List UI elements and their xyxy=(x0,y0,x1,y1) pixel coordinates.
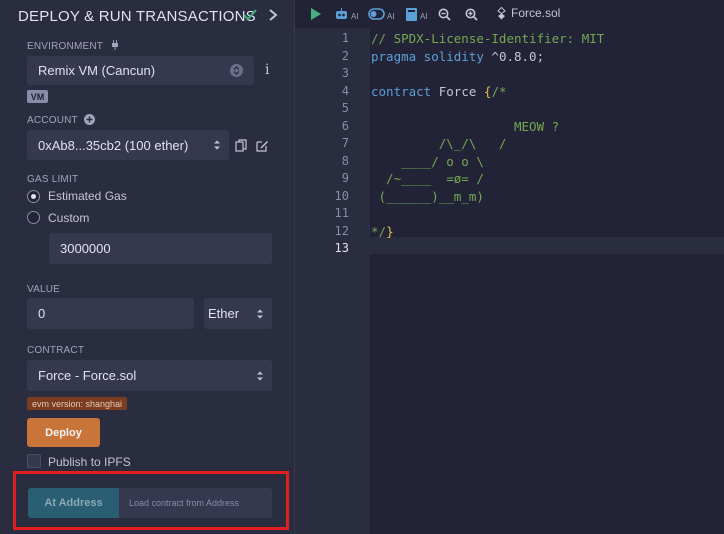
ai-docs-button[interactable]: AI xyxy=(405,6,428,22)
code-line[interactable]: // SPDX-License-Identifier: MIT xyxy=(371,30,604,47)
check-icon[interactable] xyxy=(242,6,258,24)
highlight-box xyxy=(13,471,289,530)
robot-icon xyxy=(336,7,347,19)
updown-arrows-icon xyxy=(257,371,263,380)
play-icon xyxy=(311,8,321,20)
plus-circle-icon[interactable] xyxy=(83,114,95,125)
code-line[interactable]: /~____ =ø= / xyxy=(371,170,484,187)
value-unit: Ether xyxy=(208,306,240,321)
code-line[interactable]: contract Force {/* xyxy=(371,83,507,100)
ai-label: AI xyxy=(387,11,395,21)
ai-label: AI xyxy=(351,11,359,21)
copy-icon[interactable] xyxy=(235,139,247,152)
account-select[interactable]: 0xAb8...35cb2 (100 ether) xyxy=(27,130,229,160)
gas-custom-label: Custom xyxy=(48,211,90,225)
gas-limit-input[interactable]: 3000000 xyxy=(49,233,272,264)
zoom-in-icon xyxy=(465,8,478,21)
gas-estimated-radio[interactable] xyxy=(27,190,40,203)
environment-select[interactable]: Remix VM (Cancun) xyxy=(27,56,254,85)
deploy-run-panel: DEPLOY & RUN TRANSACTIONS ENVIRONMENT Re… xyxy=(0,0,295,534)
line-number: 12 xyxy=(334,223,349,238)
chevron-right-icon[interactable] xyxy=(267,6,279,24)
line-number: 1 xyxy=(341,31,349,45)
code-line[interactable]: MEOW ? xyxy=(371,118,559,135)
code-line[interactable]: /\_/\ / xyxy=(371,135,507,152)
account-label-text: ACCOUNT xyxy=(27,115,78,126)
line-number: 11 xyxy=(334,206,349,220)
line-number: 13 xyxy=(334,241,349,255)
line-number: 7 xyxy=(341,136,349,150)
environment-label-text: ENVIRONMENT xyxy=(27,41,103,52)
code-line[interactable]: ____/ o o \ xyxy=(371,153,484,170)
ai-toggle-button[interactable]: AI xyxy=(368,6,395,22)
value-unit-select[interactable]: Ether xyxy=(204,298,272,329)
toggle-icon xyxy=(368,8,385,20)
line-number: 3 xyxy=(341,66,349,80)
file-tab[interactable]: Force.sol xyxy=(497,6,560,20)
line-number: 5 xyxy=(341,101,349,115)
line-number: 4 xyxy=(341,83,349,98)
line-number: 9 xyxy=(341,171,349,185)
gas-custom-radio[interactable] xyxy=(27,211,40,224)
panel-header: DEPLOY & RUN TRANSACTIONS xyxy=(18,6,284,26)
line-number: 10 xyxy=(334,188,349,203)
line-number: 2 xyxy=(341,48,349,63)
gas-estimated-label: Estimated Gas xyxy=(48,189,127,203)
zoom-in-button[interactable] xyxy=(465,6,478,22)
value-input[interactable]: 0 xyxy=(27,298,194,329)
deploy-button[interactable]: Deploy xyxy=(27,418,100,447)
active-line-highlight xyxy=(370,237,724,254)
environment-value: Remix VM (Cancun) xyxy=(38,63,156,78)
value-label: VALUE xyxy=(27,284,61,295)
book-icon xyxy=(406,7,417,21)
contract-select[interactable]: Force - Force.sol xyxy=(27,360,272,391)
environment-label: ENVIRONMENT xyxy=(27,39,121,52)
edit-icon[interactable] xyxy=(256,139,269,152)
code-line[interactable]: (______)__m_m) xyxy=(371,188,484,205)
code-line[interactable]: */} xyxy=(371,223,394,240)
updown-arrows-icon xyxy=(257,309,263,318)
panel-title: DEPLOY & RUN TRANSACTIONS xyxy=(18,7,256,25)
vm-badge: VM xyxy=(27,90,48,103)
line-number: 6 xyxy=(341,118,349,133)
contract-label: CONTRACT xyxy=(27,345,85,356)
account-label: ACCOUNT xyxy=(27,114,95,126)
updown-arrows-icon xyxy=(214,140,220,150)
code-line[interactable]: pragma solidity ^0.8.0; xyxy=(371,48,544,65)
run-button[interactable] xyxy=(310,6,322,22)
zoom-out-icon xyxy=(438,8,451,21)
gas-limit-label: GAS LIMIT xyxy=(27,174,79,185)
select-toggle-icon xyxy=(230,64,243,77)
info-icon[interactable]: i xyxy=(265,62,269,78)
code-editor[interactable] xyxy=(370,28,724,534)
ai-label: AI xyxy=(420,11,428,21)
contract-value: Force - Force.sol xyxy=(38,368,137,383)
line-number: 8 xyxy=(341,153,349,168)
zoom-out-button[interactable] xyxy=(438,6,451,22)
publish-ipfs-label: Publish to IPFS xyxy=(48,455,131,469)
ai-assistant-button[interactable]: AI xyxy=(334,6,359,22)
solidity-icon xyxy=(497,6,506,19)
file-name: Force.sol xyxy=(511,6,561,20)
publish-ipfs-checkbox[interactable] xyxy=(27,454,41,468)
evm-version-badge: evm version: shanghai xyxy=(27,397,127,410)
account-value: 0xAb8...35cb2 (100 ether) xyxy=(38,137,189,153)
plug-icon xyxy=(111,40,118,50)
